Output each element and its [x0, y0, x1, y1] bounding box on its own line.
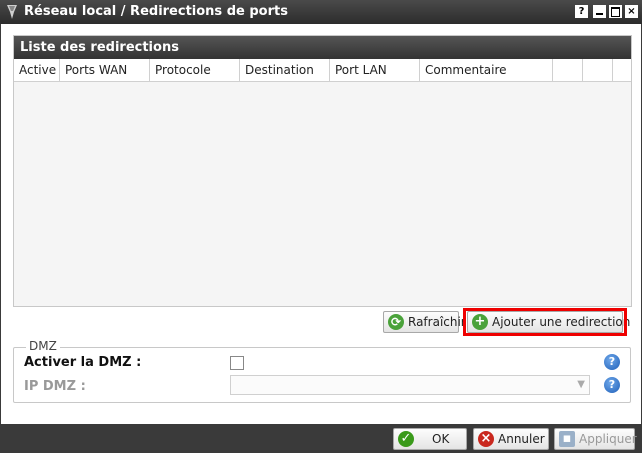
add-button-highlight — [463, 308, 627, 336]
apply-button[interactable]: ▪ Appliquer — [554, 428, 637, 450]
minimize-icon — [596, 13, 603, 15]
cancel-button[interactable]: × Annuler — [473, 428, 549, 450]
column-ports-wan[interactable]: Ports WAN — [60, 59, 150, 81]
column-protocole[interactable]: Protocole — [150, 59, 240, 81]
cancel-icon: × — [478, 431, 494, 447]
column-active[interactable]: Active — [14, 59, 60, 81]
column-commentaire[interactable]: Commentaire — [420, 59, 553, 81]
help-icon[interactable]: ? — [604, 354, 620, 370]
dmz-ip-select[interactable]: ▼ — [230, 375, 590, 395]
dmz-enable-label: Activer la DMZ : — [24, 355, 142, 370]
column-port-lan[interactable]: Port LAN — [330, 59, 420, 81]
app-logo-icon — [7, 5, 17, 19]
refresh-button[interactable]: ⟳ Rafraîchir — [383, 311, 466, 333]
panel-title: Liste des redirections — [14, 36, 631, 59]
help-window-button[interactable]: ? — [575, 5, 588, 18]
save-icon: ▪ — [559, 431, 575, 447]
close-button[interactable]: × — [625, 5, 638, 18]
refresh-icon: ⟳ — [388, 314, 404, 330]
maximize-button[interactable] — [609, 5, 622, 18]
redirections-panel: Liste des redirections Active Ports WAN … — [13, 35, 632, 307]
table-body — [14, 82, 631, 306]
window-title: Réseau local / Redirections de ports — [24, 4, 288, 19]
title-bar: Réseau local / Redirections de ports ? × — [0, 0, 642, 24]
dialog-footer: ✓ OK × Annuler ▪ Appliquer — [0, 424, 642, 453]
table-header: Active Ports WAN Protocole Destination P… — [14, 59, 631, 82]
dmz-ip-label: IP DMZ : — [24, 379, 86, 394]
ok-button[interactable]: ✓ OK — [393, 428, 467, 450]
column-action-2[interactable] — [583, 59, 613, 81]
dialog-content: Liste des redirections Active Ports WAN … — [1, 24, 641, 424]
chevron-down-icon: ▼ — [577, 379, 585, 390]
minimize-button[interactable] — [593, 5, 606, 18]
dmz-enable-checkbox[interactable] — [230, 356, 244, 370]
dmz-fieldset: DMZ Activer la DMZ : ? IP DMZ : ▼ ? — [13, 339, 631, 403]
help-icon[interactable]: ? — [604, 377, 620, 393]
check-icon: ✓ — [398, 431, 414, 447]
dmz-legend: DMZ — [26, 339, 60, 353]
column-destination[interactable]: Destination — [240, 59, 330, 81]
column-action-1[interactable] — [553, 59, 583, 81]
maximize-icon — [611, 7, 620, 17]
